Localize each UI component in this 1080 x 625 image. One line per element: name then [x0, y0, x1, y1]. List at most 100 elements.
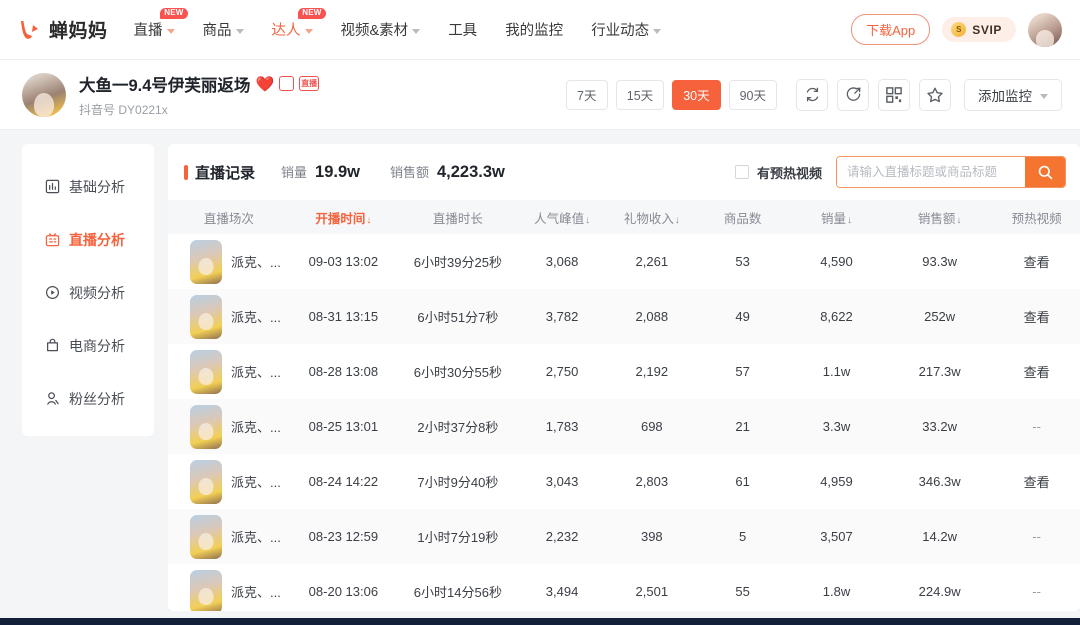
session-thumbnail[interactable] — [190, 459, 222, 504]
sort-arrow-icon: ↓ — [956, 214, 962, 226]
nav-item-shangpin[interactable]: 商品 — [203, 19, 244, 40]
date-range-group: 7天 15天 30天 90天 — [565, 79, 777, 110]
shopping-bag-icon — [44, 338, 60, 354]
nav-item-shipin-sucai[interactable]: 视频&素材 — [341, 19, 421, 40]
checkbox-box[interactable] — [734, 165, 749, 179]
column-header-sales-amount[interactable]: 销售额↓ — [886, 200, 994, 234]
title-accent-bar — [184, 164, 188, 180]
nav-item-gongju[interactable]: 工具 — [448, 19, 477, 40]
cell-goods-count: 61 — [735, 474, 750, 489]
cell-sales-amount: 93.3w — [922, 254, 957, 269]
cell-session[interactable]: 派克、... — [168, 454, 290, 509]
profile-title-row: 大鱼一9.4号伊芙丽返场 ❤️ 直播 — [79, 72, 320, 96]
live-records-panel: 直播记录 销量 19.9w 销售额 4,223.3w 有预热视频 请输入直播标题… — [168, 144, 1080, 611]
cell-session[interactable]: 派克、... — [168, 289, 290, 344]
sidebar-item-basic-analysis[interactable]: 基础分析 — [22, 160, 154, 213]
cell-session[interactable]: 派克、... — [168, 344, 290, 399]
sidebar-item-video-analysis[interactable]: 视频分析 — [22, 266, 154, 319]
column-label: 礼物收入 — [623, 211, 674, 226]
range-button-7d[interactable]: 7天 — [565, 79, 608, 110]
sidebar-item-live-analysis[interactable]: 直播分析 — [22, 213, 154, 266]
session-thumbnail[interactable] — [190, 569, 222, 611]
column-header-duration[interactable]: 直播时长 — [397, 200, 519, 234]
cell-sales-volume: 3,507 — [786, 509, 886, 564]
table-row[interactable]: 派克、... 08-25 13:01 2小时37分8秒 1,783 698 21 3.3w 3… — [168, 399, 1080, 454]
add-monitor-button[interactable]: 添加监控 — [964, 78, 1062, 111]
stat-sales-volume: 销量 19.9w — [281, 162, 360, 182]
nav-label: 行业动态 — [591, 23, 650, 39]
table-row[interactable]: 派克、... 09-03 13:02 6小时39分25秒 3,068 2,261 53 4,… — [168, 234, 1080, 289]
sidebar-item-label: 基础分析 — [69, 178, 125, 195]
session-thumbnail[interactable] — [190, 294, 222, 339]
cell-peak: 3,782 — [518, 289, 606, 344]
cell-session[interactable]: 派克、... — [168, 234, 290, 289]
column-header-peak-popularity[interactable]: 人气峰值↓ — [518, 200, 606, 234]
column-header-sales-volume[interactable]: 销量↓ — [786, 200, 886, 234]
table-row[interactable]: 派克、... 08-20 13:06 6小时14分56秒 3,494 2,501 55 1.… — [168, 564, 1080, 611]
sidebar-item-ecommerce-analysis[interactable]: 电商分析 — [22, 319, 154, 372]
play-circle-icon — [44, 285, 60, 301]
app-logo[interactable]: 蝉妈妈 — [16, 16, 108, 43]
sidebar-item-fans-analysis[interactable]: 粉丝分析 — [22, 372, 154, 425]
cell-sales-volume: 8,622 — [786, 289, 886, 344]
nav-item-hangyedongtai[interactable]: 行业动态 — [591, 19, 662, 40]
column-label: 商品数 — [723, 211, 762, 226]
cicada-logo-icon — [16, 17, 42, 43]
session-thumbnail[interactable] — [190, 404, 222, 449]
share-button[interactable] — [837, 78, 869, 111]
table-row[interactable]: 派克、... 08-24 14:22 7小时9分40秒 3,043 2,803 61 4,9… — [168, 454, 1080, 509]
column-header-gift-income[interactable]: 礼物收入↓ — [605, 200, 699, 234]
search-bar — [836, 156, 1066, 188]
cell-gift-income: 2,192 — [635, 364, 669, 379]
column-header-start-time[interactable]: 开播时间↓ — [289, 200, 398, 234]
favorite-star-button[interactable] — [919, 78, 951, 111]
cell-goods-count: 57 — [735, 364, 750, 379]
cell-peak: 2,750 — [545, 364, 579, 379]
main-nav: 直播 NEW 商品 达人 NEW 视频&素材 工具 我的监控 行业动态 — [134, 8, 662, 40]
add-monitor-label: 添加监控 — [978, 88, 1032, 104]
cell-preheat-video: 查看 — [993, 289, 1080, 344]
cell-session[interactable]: 派克、... — [168, 399, 290, 454]
table-row[interactable]: 派克、... 08-23 12:59 1小时7分19秒 2,232 398 5 3,507 1… — [168, 509, 1080, 564]
search-input[interactable] — [837, 157, 1025, 187]
nav-item-daren[interactable]: 达人 NEW — [272, 8, 326, 40]
cell-start-time: 08-20 13:06 — [308, 584, 379, 599]
session-thumbnail[interactable] — [190, 514, 222, 559]
cell-sales-amount: 217.3w — [918, 364, 961, 379]
view-preheat-link[interactable]: 查看 — [1024, 475, 1050, 490]
range-button-30d[interactable]: 30天 — [672, 79, 721, 110]
analysis-sidebar: 基础分析 直播分析 视频分析 电商分析 粉丝分析 — [22, 144, 154, 436]
horizontal-scrollbar[interactable] — [0, 618, 1080, 625]
nav-item-zhibo[interactable]: 直播 NEW — [134, 8, 188, 40]
heart-emoji-icon: ❤️ — [255, 75, 275, 93]
avatar[interactable] — [22, 72, 66, 117]
svip-badge[interactable]: S SVIP — [942, 17, 1016, 42]
range-button-15d[interactable]: 15天 — [615, 79, 665, 110]
nav-item-wodejiankong[interactable]: 我的监控 — [505, 19, 563, 40]
user-avatar[interactable] — [1028, 12, 1062, 47]
qrcode-button[interactable] — [878, 78, 910, 111]
cell-sales-volume: 3.3w — [786, 399, 886, 454]
cell-start-time: 09-03 13:02 — [308, 254, 379, 269]
view-preheat-link[interactable]: 查看 — [1024, 255, 1050, 270]
cell-sales-volume: 4,959 — [820, 474, 853, 489]
view-preheat-link[interactable]: 查看 — [1024, 310, 1050, 325]
refresh-button[interactable] — [796, 78, 828, 111]
column-header-preheat-video[interactable]: 预热视频 — [993, 200, 1080, 234]
table-row[interactable]: 派克、... 08-31 13:15 6小时51分7秒 3,782 2,088 49 8,6… — [168, 289, 1080, 344]
preheat-video-checkbox[interactable]: 有预热视频 — [734, 163, 822, 182]
session-thumbnail[interactable] — [190, 349, 222, 394]
cell-session[interactable]: 派克、... — [168, 564, 290, 611]
column-header-goods-count[interactable]: 商品数 — [698, 200, 787, 234]
view-preheat-link[interactable]: 查看 — [1024, 365, 1050, 380]
cell-gift-income: 2,501 — [635, 584, 669, 599]
stat-value: 4,223.3w — [437, 163, 505, 181]
cell-preheat-video: -- — [993, 399, 1080, 454]
cell-session[interactable]: 派克、... — [168, 509, 290, 564]
column-header-session[interactable]: 直播场次 — [168, 200, 290, 234]
download-app-button[interactable]: 下载App — [851, 14, 931, 45]
session-thumbnail[interactable] — [190, 239, 222, 284]
table-row[interactable]: 派克、... 08-28 13:08 6小时30分55秒 2,750 2,192 57 1.… — [168, 344, 1080, 399]
search-button[interactable] — [1025, 157, 1065, 187]
range-button-90d[interactable]: 90天 — [728, 79, 777, 110]
